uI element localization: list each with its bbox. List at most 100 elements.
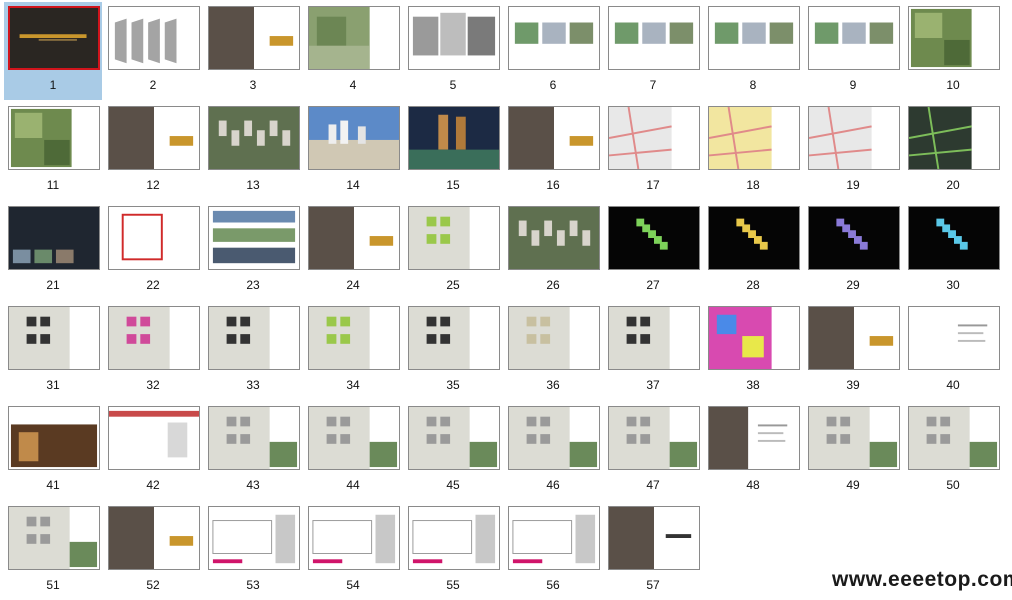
slide-thumbnail[interactable]: 33 bbox=[200, 300, 300, 400]
slide-preview[interactable] bbox=[308, 406, 400, 470]
slide-thumbnail[interactable]: 34 bbox=[300, 300, 400, 400]
slide-preview[interactable] bbox=[208, 306, 300, 370]
slide-preview[interactable] bbox=[108, 106, 200, 170]
slide-preview[interactable] bbox=[8, 206, 100, 270]
slide-thumbnail[interactable]: 27 bbox=[600, 200, 700, 300]
slide-preview[interactable] bbox=[108, 406, 200, 470]
slide-thumbnail[interactable]: 15 bbox=[400, 100, 500, 200]
slide-thumbnail[interactable]: 17 bbox=[600, 100, 700, 200]
slide-thumbnail[interactable]: 49 bbox=[800, 400, 900, 500]
slide-preview[interactable] bbox=[708, 206, 800, 270]
slide-preview[interactable] bbox=[8, 506, 100, 570]
slide-preview[interactable] bbox=[408, 406, 500, 470]
slide-preview[interactable] bbox=[108, 506, 200, 570]
slide-thumbnail[interactable]: 21 bbox=[0, 200, 100, 300]
slide-thumbnail[interactable]: 42 bbox=[100, 400, 200, 500]
slide-thumbnail[interactable]: 2 bbox=[100, 0, 200, 100]
slide-thumbnail[interactable]: 18 bbox=[700, 100, 800, 200]
slide-preview[interactable] bbox=[508, 206, 600, 270]
slide-thumbnail[interactable]: 9 bbox=[800, 0, 900, 100]
slide-thumbnail[interactable]: 25 bbox=[400, 200, 500, 300]
slide-preview[interactable] bbox=[908, 206, 1000, 270]
slide-thumbnail[interactable]: 20 bbox=[900, 100, 1000, 200]
slide-thumbnail[interactable]: 5 bbox=[400, 0, 500, 100]
slide-thumbnail[interactable]: 56 bbox=[500, 500, 600, 600]
slide-thumbnail[interactable]: 51 bbox=[0, 500, 100, 600]
slide-thumbnail[interactable]: 44 bbox=[300, 400, 400, 500]
slide-thumbnail[interactable]: 48 bbox=[700, 400, 800, 500]
slide-preview[interactable] bbox=[108, 6, 200, 70]
slide-preview[interactable] bbox=[308, 506, 400, 570]
slide-thumbnail[interactable]: 11 bbox=[0, 100, 100, 200]
slide-preview[interactable] bbox=[308, 106, 400, 170]
slide-preview[interactable] bbox=[708, 406, 800, 470]
slide-preview[interactable] bbox=[208, 106, 300, 170]
slide-preview[interactable] bbox=[408, 6, 500, 70]
slide-thumbnail[interactable]: 55 bbox=[400, 500, 500, 600]
slide-thumbnail[interactable]: 36 bbox=[500, 300, 600, 400]
slide-preview[interactable] bbox=[808, 106, 900, 170]
slide-thumbnail[interactable]: 57 bbox=[600, 500, 700, 600]
slide-preview[interactable] bbox=[608, 106, 700, 170]
slide-thumbnail[interactable]: 6 bbox=[500, 0, 600, 100]
slide-preview[interactable] bbox=[908, 6, 1000, 70]
slide-preview[interactable] bbox=[208, 406, 300, 470]
slide-thumbnail[interactable]: 24 bbox=[300, 200, 400, 300]
slide-preview[interactable] bbox=[408, 506, 500, 570]
slide-thumbnail[interactable]: 22 bbox=[100, 200, 200, 300]
slide-thumbnail[interactable]: 47 bbox=[600, 400, 700, 500]
slide-thumbnail[interactable]: 14 bbox=[300, 100, 400, 200]
slide-preview[interactable] bbox=[908, 106, 1000, 170]
slide-preview[interactable] bbox=[908, 306, 1000, 370]
slide-preview[interactable] bbox=[808, 6, 900, 70]
slide-preview[interactable] bbox=[408, 206, 500, 270]
slide-preview[interactable] bbox=[608, 506, 700, 570]
slide-preview[interactable] bbox=[608, 406, 700, 470]
slide-thumbnail[interactable]: 39 bbox=[800, 300, 900, 400]
slide-preview[interactable] bbox=[508, 506, 600, 570]
slide-thumbnail[interactable]: 26 bbox=[500, 200, 600, 300]
slide-preview[interactable] bbox=[808, 406, 900, 470]
slide-thumbnail[interactable]: 29 bbox=[800, 200, 900, 300]
slide-thumbnail[interactable]: 31 bbox=[0, 300, 100, 400]
slide-thumbnail[interactable]: 35 bbox=[400, 300, 500, 400]
slide-thumbnail[interactable]: 7 bbox=[600, 0, 700, 100]
slide-thumbnail[interactable]: 28 bbox=[700, 200, 800, 300]
slide-thumbnail[interactable]: 52 bbox=[100, 500, 200, 600]
slide-preview[interactable] bbox=[608, 6, 700, 70]
slide-preview[interactable] bbox=[508, 406, 600, 470]
slide-thumbnail[interactable]: 54 bbox=[300, 500, 400, 600]
slide-thumbnail[interactable]: 41 bbox=[0, 400, 100, 500]
slide-thumbnail[interactable]: 13 bbox=[200, 100, 300, 200]
slide-thumbnail[interactable]: 45 bbox=[400, 400, 500, 500]
slide-thumbnail[interactable]: 50 bbox=[900, 400, 1000, 500]
slide-preview[interactable] bbox=[708, 306, 800, 370]
slide-preview[interactable] bbox=[408, 306, 500, 370]
slide-thumbnail[interactable]: 4 bbox=[300, 0, 400, 100]
slide-thumbnail[interactable]: 32 bbox=[100, 300, 200, 400]
slide-preview[interactable] bbox=[208, 506, 300, 570]
slide-preview[interactable] bbox=[108, 206, 200, 270]
slide-thumbnail[interactable]: 30 bbox=[900, 200, 1000, 300]
slide-preview[interactable] bbox=[508, 6, 600, 70]
slide-thumbnail[interactable]: 23 bbox=[200, 200, 300, 300]
slide-preview[interactable] bbox=[908, 406, 1000, 470]
slide-preview[interactable] bbox=[608, 206, 700, 270]
slide-thumbnail[interactable]: 16 bbox=[500, 100, 600, 200]
slide-preview[interactable] bbox=[608, 306, 700, 370]
slide-preview[interactable] bbox=[308, 306, 400, 370]
slide-thumbnail[interactable]: 46 bbox=[500, 400, 600, 500]
slide-preview[interactable] bbox=[8, 106, 100, 170]
slide-thumbnail[interactable]: 8 bbox=[700, 0, 800, 100]
slide-thumbnail[interactable]: 37 bbox=[600, 300, 700, 400]
slide-thumbnail[interactable]: 19 bbox=[800, 100, 900, 200]
slide-preview[interactable] bbox=[208, 6, 300, 70]
slide-preview[interactable] bbox=[8, 6, 100, 70]
slide-preview[interactable] bbox=[408, 106, 500, 170]
slide-preview[interactable] bbox=[308, 206, 400, 270]
slide-preview[interactable] bbox=[8, 306, 100, 370]
slide-preview[interactable] bbox=[808, 206, 900, 270]
slide-preview[interactable] bbox=[708, 6, 800, 70]
slide-preview[interactable] bbox=[208, 206, 300, 270]
slide-thumbnail[interactable]: 3 bbox=[200, 0, 300, 100]
